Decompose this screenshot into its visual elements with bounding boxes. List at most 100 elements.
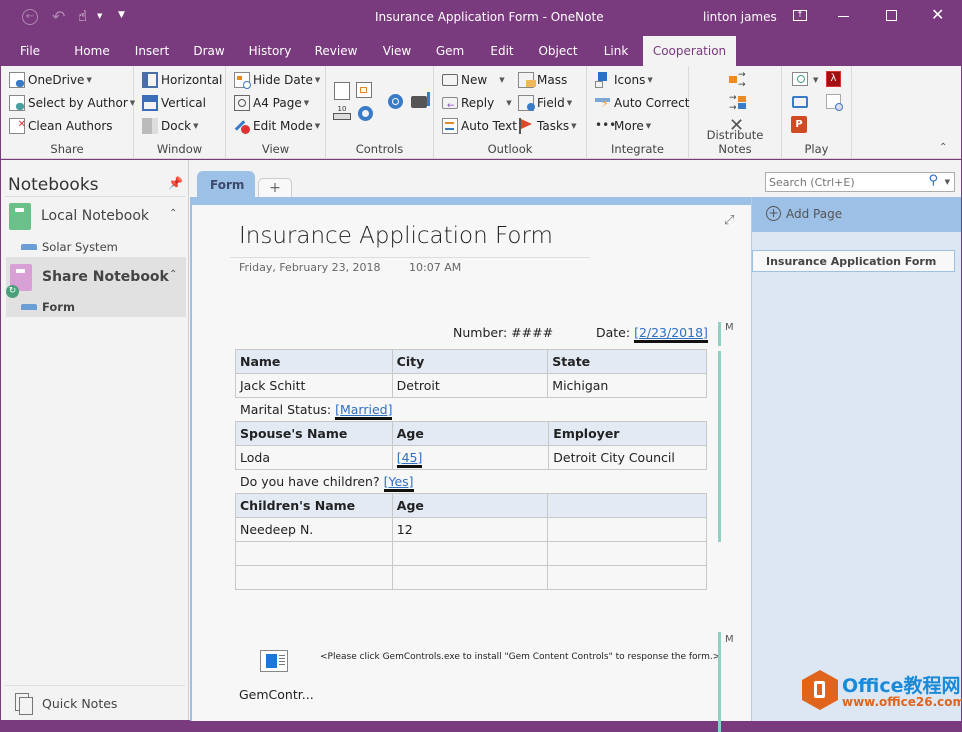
search-input[interactable] [766,173,921,191]
presentation-icon[interactable] [792,72,808,86]
table-cell[interactable]: Detroit City Council [548,445,707,470]
auto-correct-button[interactable]: ⚡ Auto Correct [595,93,689,113]
table-cell[interactable] [391,541,549,566]
section-solar-system[interactable]: Solar System [1,237,187,257]
minimize-button[interactable] [838,16,849,17]
tab-draw[interactable]: Draw [190,36,228,66]
reply-button[interactable]: ← Reply ▼ [442,93,512,113]
search-box[interactable]: ⚲ ▼ [765,172,955,192]
select-by-author-button[interactable]: Select by Author ▼ [9,93,135,113]
children-control[interactable]: [Yes] [383,474,414,492]
expand-page-icon[interactable]: ⤢ [724,213,734,228]
notebook-share[interactable]: ↻ Share Notebook ⌃ Form [6,257,186,317]
section-form[interactable]: Form [6,297,186,317]
hide-date-button[interactable]: Hide Date ▼ [234,70,320,90]
marital-status-control[interactable]: [Married] [335,402,393,420]
notebook-local[interactable]: Local Notebook ⌃ [1,200,187,230]
table-row [235,565,707,590]
group-label: View [261,142,290,156]
web-page-icon[interactable] [826,94,843,111]
tab-insert[interactable]: Insert [132,36,172,66]
tab-cooperation[interactable]: Cooperation [643,36,736,66]
distribute-right-icon[interactable]: → → [729,70,747,90]
touch-dropdown-icon[interactable]: ▼ [97,12,102,20]
tab-file[interactable]: File [14,36,46,66]
tab-gem[interactable]: Gem [432,36,468,66]
customize-toolbar-icon[interactable]: ▼ [118,10,125,20]
page-title[interactable]: Insurance Application Form [239,223,553,249]
user-name[interactable]: linton james [703,10,777,24]
toolbox-icon[interactable] [411,92,430,108]
table-cell[interactable] [391,565,549,590]
table-cell[interactable]: Detroit [391,373,549,398]
edit-mode-button[interactable]: Edit Mode ▼ [234,116,320,136]
table-cell[interactable] [547,541,707,566]
search-scope-dropdown[interactable]: ▼ [945,178,950,186]
tab-object[interactable]: Object [536,36,580,66]
radio-control-icon[interactable] [358,106,373,121]
powerpoint-icon[interactable]: P [791,116,807,133]
vertical-split-icon [142,95,158,111]
table-cell[interactable] [235,565,393,590]
auto-text-button[interactable]: Auto Text [442,116,517,136]
date-control[interactable]: [2/23/2018] [634,325,708,343]
spin-control-icon[interactable]: 10 [333,105,351,120]
table-cell[interactable] [547,517,707,542]
table-cell[interactable]: Jack Schitt [235,373,393,398]
touch-mode-icon[interactable]: ☝ [78,7,87,25]
pdf-icon[interactable]: λ [826,71,841,87]
clean-authors-button[interactable]: ✕ Clean Authors [9,116,113,136]
ribbon-display-icon[interactable]: ↑ [793,10,807,21]
table-cell[interactable] [235,541,393,566]
table-cell[interactable]: Loda [235,445,393,470]
presentation-dropdown-icon[interactable]: ▼ [813,76,818,84]
page-item[interactable]: Insurance Application Form [752,250,955,272]
age-control[interactable]: [45] [396,450,423,468]
add-section-button[interactable]: + [258,178,292,197]
table-cell[interactable]: 12 [391,517,549,542]
tasks-button[interactable]: Tasks ▼ [518,116,577,136]
onedrive-button[interactable]: OneDrive ▼ [9,70,92,90]
horizontal-button[interactable]: Horizontal [142,70,222,90]
vertical-button[interactable]: Vertical [142,93,206,113]
attachment-name[interactable]: GemContr... [239,687,314,702]
new-mail-button[interactable]: New ▼ [442,70,505,90]
search-icon[interactable]: ⚲ [928,173,938,188]
undo-icon[interactable]: ↶ [52,7,65,26]
page-canvas[interactable]: ⤢ Insurance Application Form Friday, Feb… [190,197,751,732]
tab-review[interactable]: Review [312,36,360,66]
date-picker-control-icon[interactable] [356,82,372,98]
page-zoom-icon [234,95,250,111]
option-control-icon[interactable] [388,94,403,109]
tab-home[interactable]: Home [70,36,114,66]
quick-notes[interactable]: Quick Notes [1,690,187,718]
tab-view[interactable]: View [378,36,416,66]
field-button[interactable]: Field ▼ [518,93,572,113]
a4-page-button[interactable]: A4 Page ▼ [234,93,309,113]
table-cell[interactable]: Needeep N. [235,517,393,542]
dock-button[interactable]: Dock ▼ [142,116,199,136]
collapse-ribbon-icon[interactable]: ⌃ [939,142,947,153]
pin-icon[interactable]: 📌 [168,176,183,190]
mass-mail-button[interactable]: Mass [518,70,567,90]
table-cell[interactable]: Michigan [547,373,707,398]
add-page-button[interactable]: + Add Page [752,197,961,232]
more-button[interactable]: ••• More ▼ [595,116,651,136]
attachment-file-icon[interactable] [260,650,288,672]
collapse-icon[interactable]: ⌃ [169,269,177,280]
tab-link[interactable]: Link [598,36,634,66]
scanner-icon[interactable] [792,96,808,108]
maximize-button[interactable] [886,10,897,21]
table-cell[interactable]: [45] [391,445,550,470]
section-tab-form[interactable]: Form [197,171,255,198]
table-cell[interactable] [547,565,707,590]
collapse-icon[interactable]: ⌃ [169,208,177,219]
distribute-left-icon[interactable]: → → [729,93,747,113]
close-button[interactable]: ✕ [931,5,944,24]
back-icon[interactable]: ← [22,9,38,25]
tab-history[interactable]: History [246,36,294,66]
table-header: City [391,349,549,374]
listbox-control-icon[interactable] [334,82,350,100]
icons-button[interactable]: Icons ▼ [595,70,653,90]
tab-edit[interactable]: Edit [486,36,518,66]
